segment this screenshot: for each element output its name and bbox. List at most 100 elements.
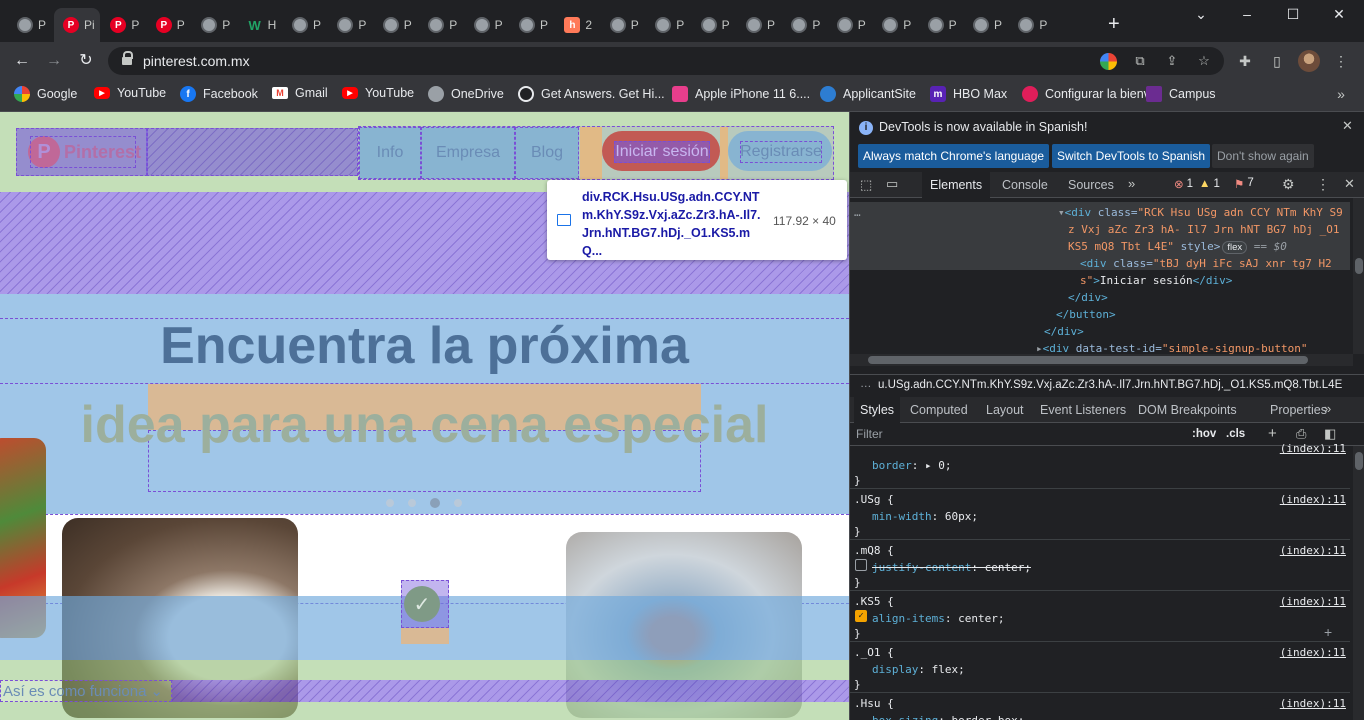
bookmark-star-icon[interactable]: ☆ [1196, 53, 1212, 69]
dom-line-8[interactable]: </div> [1044, 323, 1084, 340]
bookmark-item[interactable]: Campus [1146, 86, 1216, 102]
style-rule[interactable]: .mQ8 {(index):11 justify-content: center;… [850, 540, 1350, 591]
property-name[interactable]: align-items [872, 612, 945, 625]
dom-line-2[interactable]: z Vxj aZc Zr3 hA- Il7 Jrn hNT BG7 hDj _O… [1068, 221, 1340, 238]
style-property[interactable]: min-width: 60px; [872, 508, 978, 525]
lock-icon[interactable] [122, 51, 133, 66]
nav-info-link[interactable]: Info [359, 127, 421, 179]
browser-tab[interactable]: P [919, 8, 963, 42]
address-url[interactable]: pinterest.com.mx [143, 53, 250, 69]
property-name[interactable]: display [872, 663, 918, 676]
tab-search-icon[interactable]: ⌄ [1186, 6, 1216, 26]
browser-tab[interactable]: P [465, 8, 509, 42]
browser-tab[interactable]: P [374, 8, 418, 42]
rule-source-link[interactable]: (index):11 [1280, 491, 1346, 508]
rule-selector[interactable]: ._O1 { [854, 644, 894, 661]
rule-source-link[interactable]: (index):11 [1280, 695, 1346, 712]
breadcrumb-node[interactable]: u.USg.adn.CCY.NTm.KhY.S9z.Vxj.aZc.Zr3.hA… [878, 379, 1342, 391]
browser-tab[interactable]: PP [147, 8, 191, 42]
dom-h-scrollbar[interactable] [850, 354, 1353, 366]
tab-console[interactable]: Console [994, 172, 1056, 198]
carousel-dot-active[interactable] [430, 498, 440, 508]
inspect-element-icon[interactable]: ⬚ [860, 177, 872, 193]
subtab-dom-breakpoints[interactable]: DOM Breakpoints [1132, 397, 1243, 423]
close-devtools-icon[interactable]: ✕ [1344, 176, 1355, 192]
device-toolbar-icon[interactable]: ▭ [886, 176, 898, 192]
back-button[interactable]: ← [12, 51, 32, 71]
browser-tab[interactable]: PP [101, 8, 145, 42]
subtab-styles[interactable]: Styles [854, 397, 901, 423]
more-tabs-icon[interactable]: » [1128, 176, 1135, 191]
maximize-button[interactable]: ☐ [1278, 6, 1308, 26]
browser-tab[interactable]: P [192, 8, 236, 42]
share-icon[interactable]: ⇪ [1164, 53, 1180, 69]
property-value[interactable]: : border-box; [938, 714, 1024, 720]
rule-source-link[interactable]: (index):11 [1280, 542, 1346, 559]
side-panel-icon[interactable]: ▯ [1268, 52, 1286, 70]
match-language-button[interactable]: Always match Chrome's language [858, 144, 1050, 168]
property-checkbox[interactable] [855, 559, 867, 571]
bookmark-item[interactable]: ApplicantSite [820, 86, 916, 102]
style-property[interactable]: box-sizing: border-box; [872, 712, 1024, 720]
style-rule[interactable]: (index):11 border: ▸ 0;} [850, 438, 1350, 489]
error-counter[interactable]: ⊗ 1 ▲ 1 [1174, 177, 1220, 191]
dom-line-6[interactable]: </div> [1068, 289, 1108, 306]
carousel-dot[interactable] [408, 499, 416, 507]
carousel-dot[interactable] [454, 499, 462, 507]
subtab-computed[interactable]: Computed [904, 397, 974, 423]
bookmark-item[interactable]: Google [14, 86, 77, 102]
devtools-menu-icon[interactable]: ⋮ [1316, 176, 1330, 193]
style-rule[interactable]: .USg {(index):11 min-width: 60px;} [850, 489, 1350, 540]
how-it-works-label[interactable]: Así es como funciona [3, 683, 146, 700]
bookmark-item[interactable]: Apple iPhone 11 6.... [672, 86, 810, 102]
reload-button[interactable]: ↻ [76, 51, 96, 71]
chevron-down-icon[interactable]: ⌄ [150, 682, 163, 700]
breadcrumb-ellipsis[interactable]: … [860, 378, 872, 390]
forward-button[interactable]: → [44, 51, 64, 71]
dom-scrollbar[interactable] [1353, 198, 1364, 354]
bookmark-item[interactable]: f Facebook [180, 86, 258, 102]
login-button-label[interactable]: Iniciar sesión [614, 141, 710, 163]
extensions-icon[interactable]: ✚ [1236, 52, 1254, 70]
profile-avatar[interactable] [1298, 50, 1320, 72]
browser-tab[interactable]: P [828, 8, 872, 42]
style-property[interactable]: justify-content: center; [872, 559, 1031, 576]
dom-line-7[interactable]: </button> [1056, 306, 1116, 323]
signup-button-label[interactable]: Registrarse [740, 141, 822, 163]
browser-tab[interactable]: P [873, 8, 917, 42]
browser-tab[interactable]: P [419, 8, 463, 42]
browser-tab[interactable]: P [737, 8, 781, 42]
browser-tab[interactable]: PPi✕ [54, 8, 100, 42]
dom-ellipsis[interactable]: … [854, 204, 861, 221]
bookmark-item[interactable]: m HBO Max [930, 86, 1007, 102]
property-name[interactable]: justify-content [872, 561, 971, 574]
bookmark-item[interactable]: Configurar la bienv... [1022, 86, 1159, 102]
browser-tab[interactable]: P [510, 8, 554, 42]
close-infobar-icon[interactable]: ✕ [1342, 118, 1353, 134]
minimize-button[interactable]: – [1232, 6, 1262, 26]
flex-badge[interactable]: flex [1222, 241, 1248, 254]
style-property[interactable]: border: ▸ 0; [872, 457, 952, 474]
subtab-event-listeners[interactable]: Event Listeners [1034, 397, 1132, 423]
property-value[interactable]: : flex; [918, 663, 964, 676]
browser-tab[interactable]: P [646, 8, 690, 42]
style-property[interactable]: display: flex; [872, 661, 965, 678]
style-property[interactable]: align-items: center; [872, 610, 1004, 627]
dom-line-4[interactable]: <div class="tBJ dyH iFc sAJ xnr tg7 H2 [1080, 255, 1332, 272]
browser-tab[interactable]: P [964, 8, 1008, 42]
settings-gear-icon[interactable]: ⚙ [1282, 176, 1295, 193]
browser-tab[interactable]: P [601, 8, 645, 42]
nav-empresa-link[interactable]: Empresa [421, 127, 515, 179]
tab-elements[interactable]: Elements [922, 172, 991, 198]
browser-tab[interactable]: P [8, 8, 52, 42]
property-name[interactable]: box-sizing [872, 714, 938, 720]
dom-line-5[interactable]: s">Iniciar sesión</div> [1080, 272, 1232, 289]
style-rule[interactable]: .Hsu {(index):11box-sizing: border-box;} [850, 693, 1350, 720]
property-checkbox[interactable]: ✓ [855, 610, 867, 622]
property-value[interactable]: : center; [971, 561, 1031, 574]
dom-tree[interactable]: … ▾<div class="RCK Hsu USg adn CCY NTm K… [850, 198, 1350, 355]
style-rule[interactable]: ._O1 {(index):11 display: flex;} [850, 642, 1350, 693]
property-value[interactable]: : 60px; [932, 510, 978, 523]
browser-tab[interactable]: WH [238, 8, 282, 42]
subtab-properties[interactable]: Properties [1264, 397, 1333, 423]
